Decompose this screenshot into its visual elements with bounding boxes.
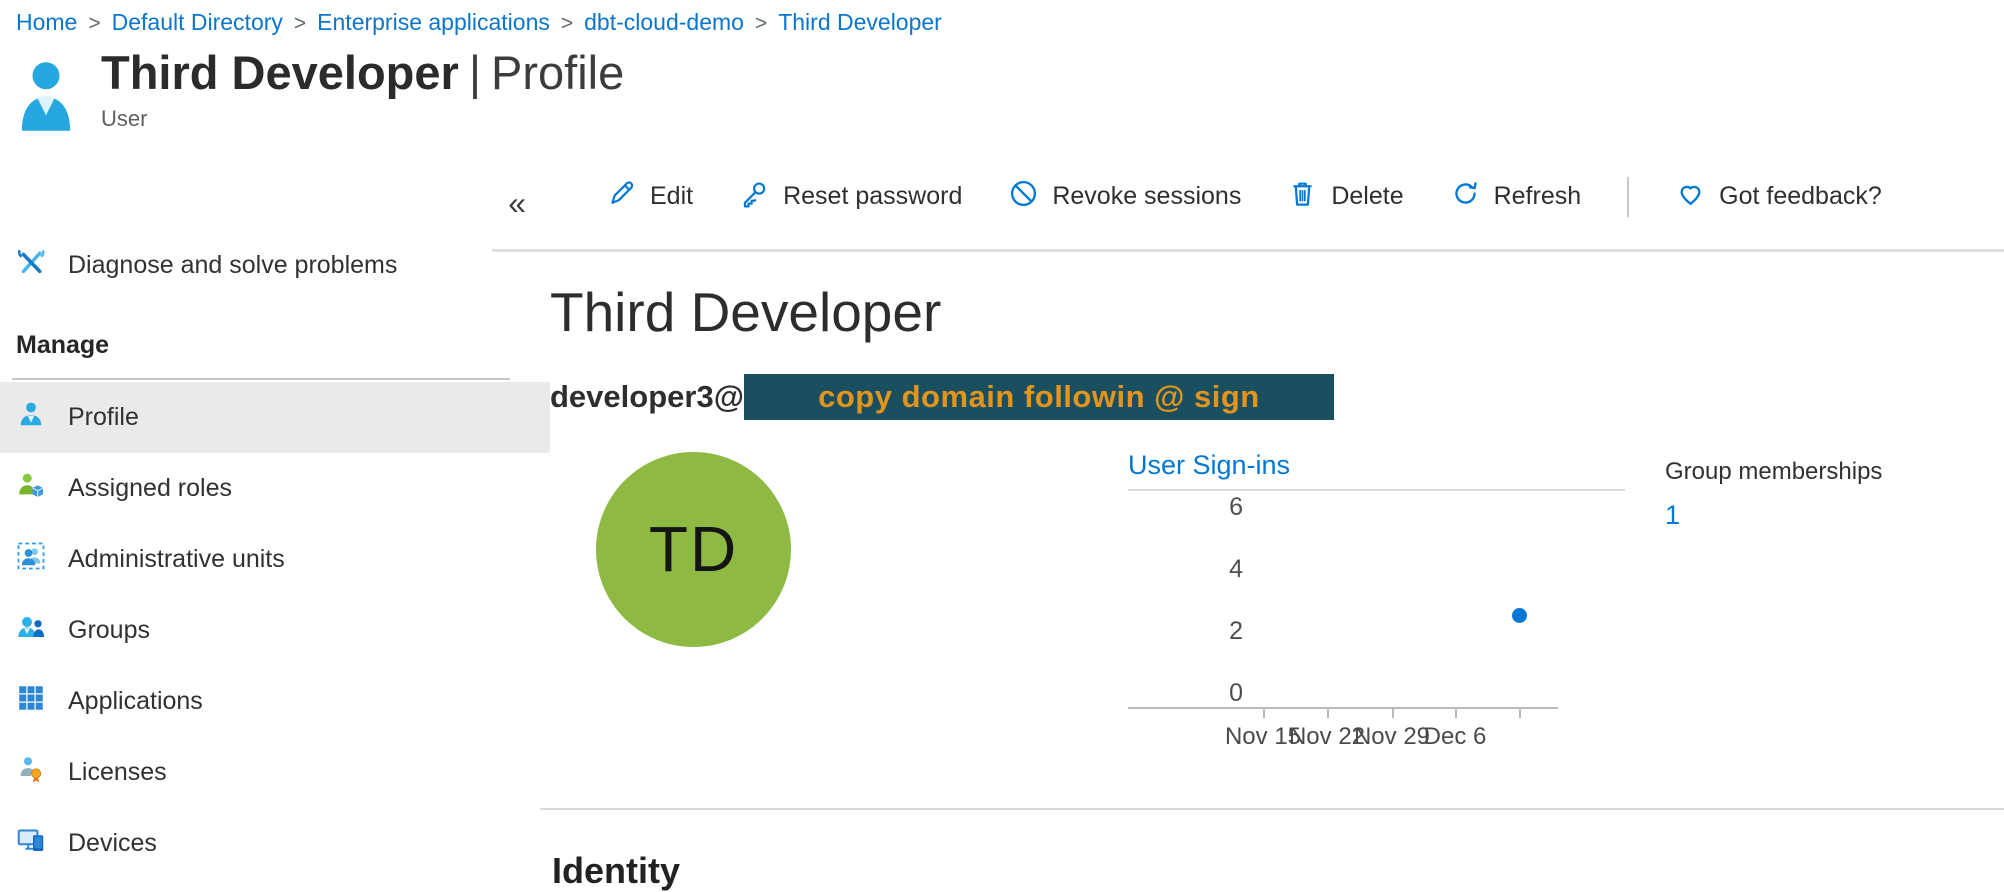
breadcrumb-default-directory[interactable]: Default Directory — [112, 9, 283, 35]
breadcrumb-separator: > — [561, 12, 573, 35]
breadcrumb-third-developer[interactable]: Third Developer — [778, 9, 942, 35]
sidebar-item-groups[interactable]: Groups — [0, 595, 550, 666]
sidebar-collapse-button[interactable]: « — [0, 144, 550, 220]
page-title-name: Third Developer — [101, 46, 459, 99]
button-label: Revoke sessions — [1052, 182, 1241, 211]
sidebar: « Diagnose and solve problems Manage — [0, 144, 550, 892]
delete-button[interactable]: Delete — [1287, 178, 1403, 216]
button-label: Refresh — [1494, 182, 1582, 211]
breadcrumb-separator: > — [88, 12, 100, 35]
x-axis-line — [1128, 707, 1558, 709]
upn-prefix: developer3@ — [550, 379, 744, 415]
user-icon — [16, 399, 46, 436]
sidebar-item-label: Profile — [68, 403, 139, 432]
sidebar-item-label: Licenses — [68, 758, 167, 787]
button-label: Got feedback? — [1719, 182, 1882, 211]
sidebar-item-label: Applications — [68, 687, 203, 716]
app-grid-icon — [16, 683, 46, 720]
signin-chart-plot: 0246Nov 15Nov 22Nov 29Dec 6 — [1128, 491, 1625, 761]
key-icon — [739, 178, 770, 216]
page-title-suffix: Profile — [491, 46, 624, 99]
sidebar-divider — [12, 378, 510, 380]
sidebar-item-devices[interactable]: Devices — [0, 808, 550, 879]
signin-chart: User Sign-ins 0246Nov 15Nov 22Nov 29Dec … — [1128, 450, 1625, 761]
section-divider — [540, 808, 2004, 810]
y-tick-label: 6 — [1183, 492, 1243, 522]
people-icon — [16, 612, 46, 649]
trash-icon — [1287, 178, 1318, 216]
sidebar-section-manage: Manage — [0, 301, 550, 378]
data-point — [1512, 608, 1527, 623]
page-subtitle: User — [101, 106, 624, 132]
sidebar-item-assigned-roles[interactable]: Assigned roles — [0, 453, 550, 524]
group-memberships-label: Group memberships — [1665, 458, 1882, 486]
page-header: Third Developer|Profile User — [0, 36, 2004, 144]
button-label: Delete — [1331, 182, 1403, 211]
wrench-screwdriver-icon — [16, 247, 46, 284]
edit-button[interactable]: Edit — [606, 178, 693, 216]
breadcrumb-home[interactable]: Home — [16, 9, 77, 35]
blocked-icon — [1008, 178, 1039, 216]
button-label: Reset password — [783, 182, 962, 211]
y-tick-label: 2 — [1183, 616, 1243, 646]
domain-redaction-overlay: copy domain followin @ sign — [744, 374, 1334, 420]
refresh-button[interactable]: Refresh — [1450, 178, 1582, 216]
breadcrumb: Home > Default Directory > Enterprise applic… — [0, 0, 2004, 36]
reset-password-button[interactable]: Reset password — [739, 178, 962, 216]
toolbar-separator — [1627, 177, 1629, 217]
breadcrumb-enterprise-applications[interactable]: Enterprise applications — [317, 9, 550, 35]
sidebar-item-label: Devices — [68, 829, 157, 858]
x-axis-tick — [1519, 709, 1521, 718]
page-title-separator: | — [469, 46, 481, 99]
pencil-icon — [606, 178, 637, 216]
person-cube-icon — [16, 470, 46, 507]
sidebar-item-label: Administrative units — [68, 545, 285, 574]
sidebar-item-applications[interactable]: Applications — [0, 666, 550, 737]
devices-icon — [16, 825, 46, 862]
sidebar-item-label: Groups — [68, 616, 150, 645]
refresh-icon — [1450, 178, 1481, 216]
sidebar-item-licenses[interactable]: Licenses — [0, 737, 550, 808]
user-principal-name: developer3@ copy domain followin @ sign — [550, 374, 2004, 420]
breadcrumb-dbt-cloud-demo[interactable]: dbt-cloud-demo — [584, 9, 744, 35]
sidebar-item-diagnose[interactable]: Diagnose and solve problems — [0, 230, 550, 301]
group-memberships: Group memberships 1 — [1665, 458, 1882, 531]
breadcrumb-separator: > — [294, 12, 306, 35]
x-tick-label: Dec 6 — [1409, 723, 1501, 751]
command-bar: Edit Reset password — [550, 144, 2004, 249]
breadcrumb-separator: > — [755, 12, 767, 35]
sidebar-item-administrative-units[interactable]: Administrative units — [0, 524, 550, 595]
profile-overview: TD User Sign-ins 0246Nov 15Nov 22Nov 29D… — [550, 420, 2004, 808]
y-tick-label: 0 — [1183, 678, 1243, 708]
x-axis-tick — [1392, 709, 1394, 718]
page-title: Third Developer|Profile — [101, 48, 624, 99]
sidebar-item-profile[interactable]: Profile — [0, 382, 550, 453]
identity-section-heading: Identity — [552, 850, 2004, 892]
profile-avatar: TD — [596, 452, 791, 647]
feedback-button[interactable]: Got feedback? — [1675, 178, 1882, 216]
x-axis-tick — [1455, 709, 1457, 718]
y-tick-label: 4 — [1183, 554, 1243, 584]
person-badge-icon — [16, 754, 46, 791]
signin-chart-title-link[interactable]: User Sign-ins — [1128, 450, 1625, 491]
dashed-box-person-icon — [16, 541, 46, 578]
group-memberships-count-link[interactable]: 1 — [1665, 500, 1882, 531]
sidebar-item-label: Assigned roles — [68, 474, 232, 503]
user-avatar-icon — [18, 58, 74, 139]
heart-icon — [1675, 178, 1706, 216]
user-display-name: Third Developer — [550, 282, 2004, 344]
x-axis-tick — [1327, 709, 1329, 718]
sidebar-item-label: Diagnose and solve problems — [68, 251, 397, 280]
x-axis-tick — [1263, 709, 1265, 718]
revoke-sessions-button[interactable]: Revoke sessions — [1008, 178, 1241, 216]
button-label: Edit — [650, 182, 693, 211]
